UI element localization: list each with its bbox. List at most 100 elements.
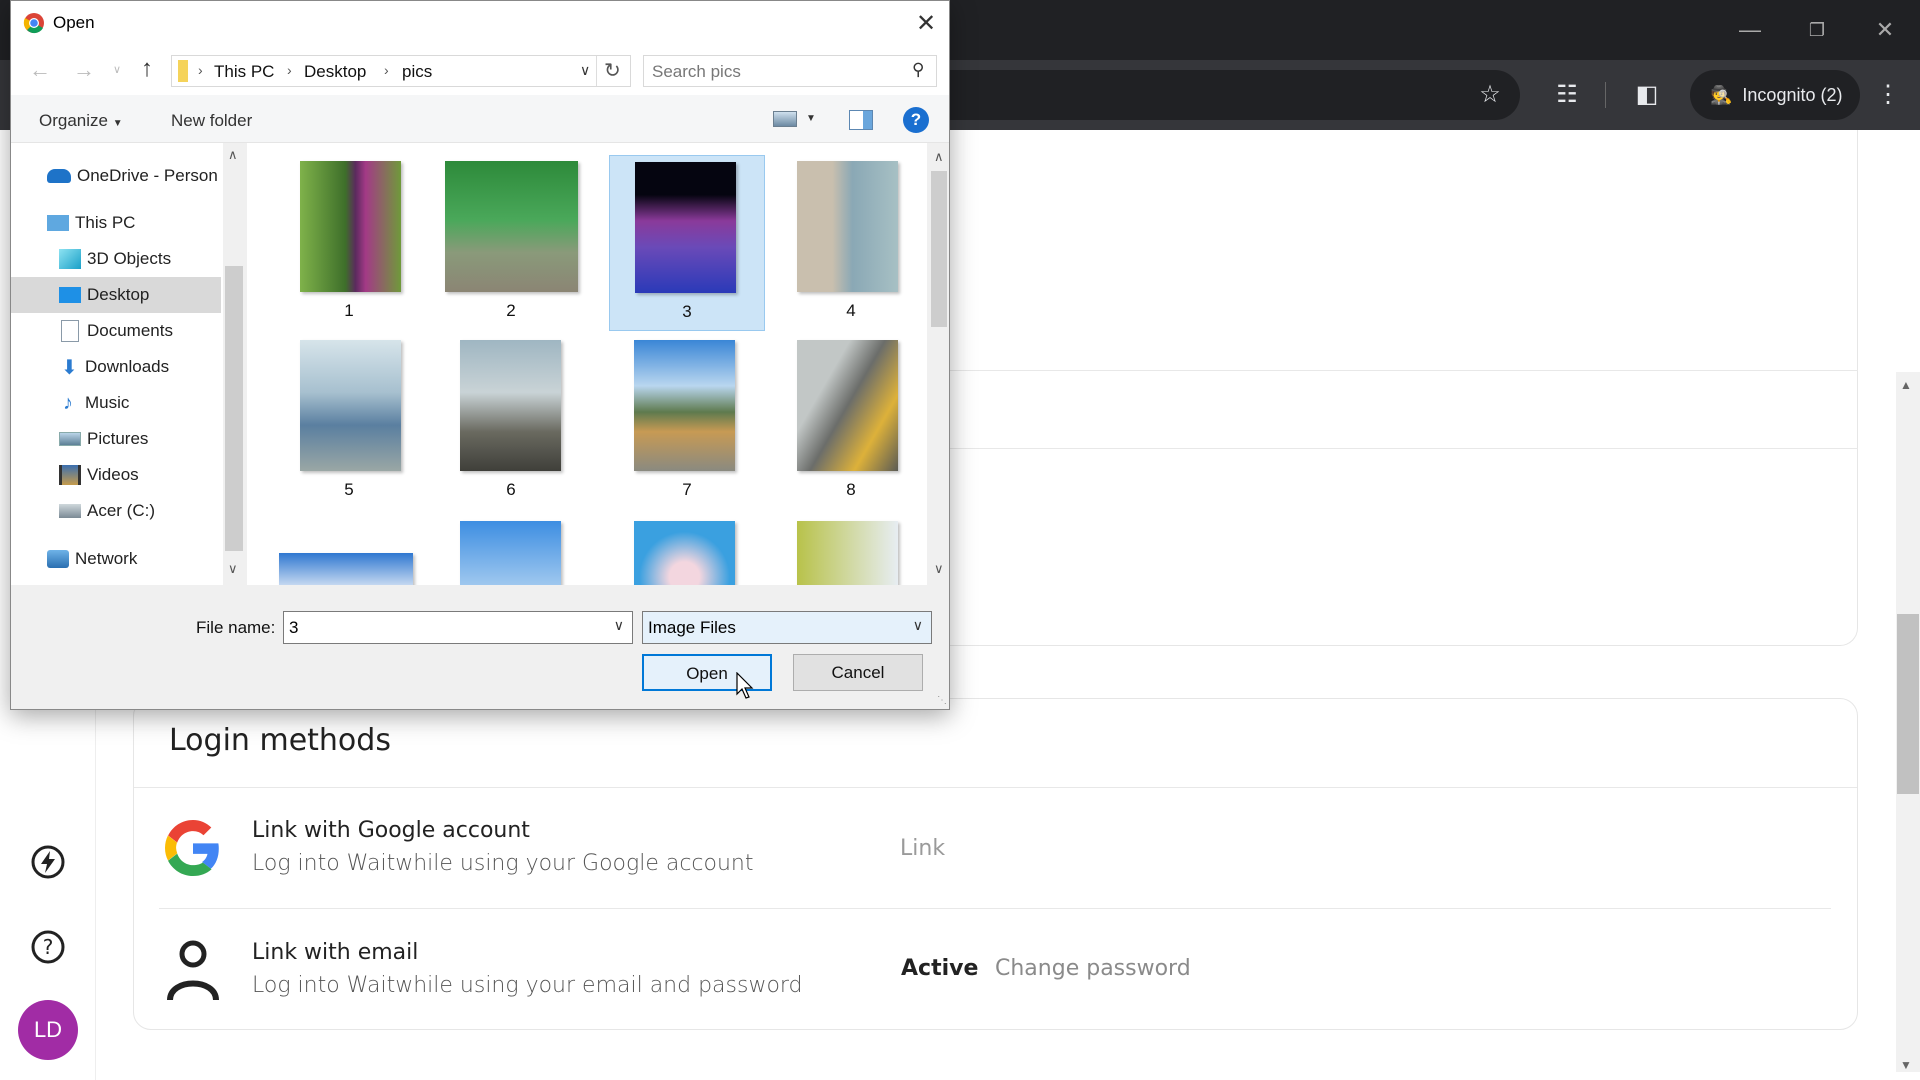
file-tile-12[interactable] [773, 513, 927, 585]
view-dropdown-caret-icon[interactable]: ▼ [806, 113, 816, 124]
link-google-button[interactable]: Link [900, 836, 945, 861]
address-bar[interactable] [940, 70, 1520, 120]
image-thumbnail [300, 161, 401, 292]
dialog-close-icon[interactable]: ✕ [911, 9, 941, 39]
videos-icon [59, 465, 81, 485]
close-window-icon[interactable]: ✕ [1865, 12, 1905, 48]
file-tile-7[interactable]: 7 [609, 334, 765, 510]
file-name-input[interactable]: 3 ∨ [283, 611, 633, 644]
file-name-label: 8 [846, 480, 856, 499]
search-icon[interactable]: ⚲ [912, 60, 924, 80]
nav-item-label: This PC [75, 213, 136, 232]
nav-item-label: Music [85, 393, 130, 412]
change-password-link[interactable]: Change password [995, 956, 1191, 981]
nav-item-onedrive[interactable]: OneDrive - Person [11, 158, 221, 194]
incognito-button[interactable]: 🕵 Incognito (2) [1690, 70, 1860, 120]
star-icon[interactable]: ☆ [1470, 75, 1510, 115]
extensions-icon[interactable]: ☷ [1547, 75, 1587, 115]
folder-icon [178, 60, 188, 82]
recent-locations-chevron-icon[interactable]: ∨ [113, 63, 121, 76]
breadcrumb-chevron-icon: › [287, 62, 292, 78]
nav-item-acer-c[interactable]: Acer (C:) [11, 493, 221, 529]
breadcrumb-this-pc[interactable]: This PC [214, 62, 274, 82]
nav-scroll-down-icon[interactable]: ∨ [228, 561, 238, 577]
file-tile-1[interactable]: 1 [271, 155, 427, 331]
nav-item-music[interactable]: ♪ Music [11, 385, 221, 421]
help-icon[interactable]: ? [28, 927, 68, 967]
view-options-icon[interactable] [773, 111, 797, 127]
new-folder-button[interactable]: New folder [171, 111, 252, 131]
network-icon [47, 550, 69, 568]
email-status-badge: Active [901, 956, 979, 981]
nav-item-label: Downloads [85, 357, 170, 376]
file-scroll-down-icon[interactable]: ∨ [934, 561, 944, 577]
file-tile-5[interactable]: 5 [271, 334, 427, 510]
incognito-label: Incognito (2) [1742, 84, 1843, 105]
file-tile-3[interactable]: 3 [609, 155, 765, 331]
file-tile-4[interactable]: 4 [773, 155, 927, 331]
nav-item-videos[interactable]: Videos [11, 457, 221, 493]
nav-item-downloads[interactable]: ⬇ Downloads [11, 349, 221, 385]
file-name-dropdown-chevron-icon[interactable]: ∨ [614, 617, 624, 634]
refresh-icon[interactable]: ↻ [604, 58, 621, 83]
image-thumbnail [634, 521, 735, 585]
image-thumbnail [300, 340, 401, 471]
file-list-scrollbar-thumb[interactable] [931, 171, 947, 327]
up-arrow-icon[interactable]: ↑ [141, 55, 153, 83]
nav-scroll-up-icon[interactable]: ∧ [228, 147, 238, 163]
file-tile-11[interactable] [609, 513, 765, 585]
image-thumbnail [797, 340, 898, 471]
nav-pane-scrollbar-thumb[interactable] [225, 266, 243, 551]
avatar[interactable]: LD [18, 1000, 78, 1060]
nav-item-label: OneDrive - Person [77, 166, 218, 185]
nav-item-this-pc[interactable]: This PC [11, 205, 221, 241]
scroll-down-arrow-icon[interactable]: ▼ [1900, 1058, 1912, 1072]
nav-item-label: 3D Objects [87, 249, 172, 268]
toolbar-divider [1605, 82, 1606, 108]
documents-icon [61, 320, 79, 342]
help-icon[interactable]: ? [903, 107, 929, 133]
breadcrumb-pics[interactable]: pics [402, 62, 432, 82]
organize-button[interactable]: Organize ▼ [39, 111, 123, 131]
file-tile-9[interactable] [271, 513, 427, 585]
image-thumbnail [797, 521, 898, 585]
file-tile-10[interactable] [433, 513, 589, 585]
address-dropdown-chevron-icon[interactable]: ∨ [580, 62, 590, 79]
mouse-cursor-icon [736, 672, 754, 699]
file-tile-2[interactable]: 2 [433, 155, 589, 331]
image-thumbnail [445, 161, 578, 292]
minimize-icon[interactable]: — [1730, 12, 1770, 48]
chrome-icon [23, 13, 44, 34]
forward-arrow-icon[interactable]: → [73, 57, 95, 83]
back-arrow-icon[interactable]: ← [29, 57, 51, 83]
file-type-select[interactable]: Image Files ∨ [642, 611, 932, 644]
nav-item-network[interactable]: Network [11, 541, 221, 577]
cancel-button[interactable]: Cancel [793, 654, 923, 691]
onedrive-icon [47, 169, 71, 183]
file-name-label: 7 [682, 480, 692, 499]
kebab-menu-icon[interactable]: ⋮ [1868, 75, 1908, 115]
file-tile-8[interactable]: 8 [773, 334, 927, 510]
person-icon [167, 940, 219, 1001]
dialog-title: Open [53, 13, 95, 32]
lightning-icon[interactable] [28, 842, 68, 882]
nav-item-desktop[interactable]: Desktop [11, 277, 221, 313]
side-panel-icon[interactable]: ◧ [1627, 75, 1667, 115]
resize-grip-icon[interactable]: ⋱ [937, 695, 947, 706]
nav-item-documents[interactable]: Documents [11, 313, 221, 349]
page-scrollbar-thumb[interactable] [1897, 614, 1919, 794]
breadcrumb[interactable]: › This PC › Desktop › pics ∨ ↻ [171, 55, 631, 87]
file-name-value: 3 [289, 618, 299, 637]
organize-label: Organize [39, 111, 108, 130]
nav-item-3d-objects[interactable]: 3D Objects [11, 241, 221, 277]
preview-pane-icon[interactable] [849, 110, 873, 130]
scroll-up-arrow-icon[interactable]: ▲ [1900, 378, 1912, 392]
file-scroll-up-icon[interactable]: ∧ [934, 149, 944, 165]
file-tile-6[interactable]: 6 [433, 334, 589, 510]
restore-icon[interactable]: ❐ [1797, 12, 1837, 48]
file-type-value: Image Files [648, 618, 736, 637]
breadcrumb-desktop[interactable]: Desktop [304, 62, 366, 82]
nav-item-pictures[interactable]: Pictures [11, 421, 221, 457]
divider [159, 908, 1831, 909]
search-input[interactable]: Search pics ⚲ [643, 55, 937, 87]
